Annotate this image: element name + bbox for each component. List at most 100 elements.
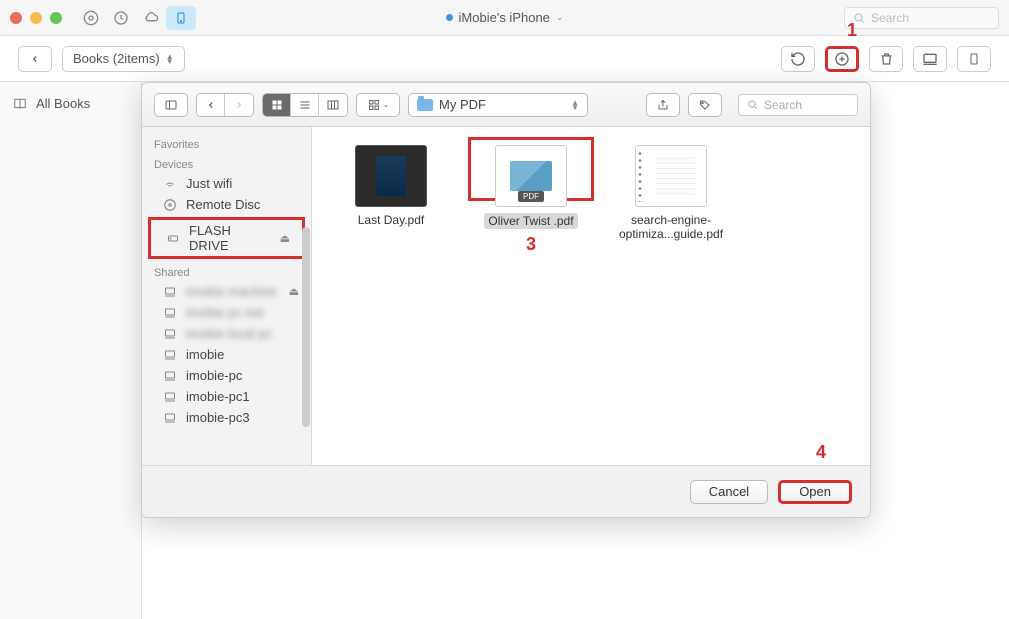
updown-icon: ▲▼ [166, 54, 174, 64]
chevron-down-icon: ⌄ [556, 12, 564, 23]
sidebar-label: FLASH DRIVE [189, 223, 272, 253]
computer-icon [162, 411, 178, 424]
open-label: Open [799, 484, 831, 499]
file-open-dialog: ⌄ My PDF ▲▼ Search Favorites Devices Jus… [141, 82, 871, 518]
sidebar-section-devices: Devices [142, 153, 311, 173]
export-to-mac-button[interactable] [913, 46, 947, 72]
computer-icon [162, 390, 178, 403]
updown-icon: ▲▼ [571, 100, 579, 110]
computer-icon [162, 369, 178, 382]
refresh-button[interactable] [781, 46, 815, 72]
all-books-label: All Books [36, 96, 90, 111]
sidebar-item-justwifi[interactable]: Just wifi [142, 173, 311, 194]
traffic-lights [10, 12, 62, 24]
cloud-tab-icon[interactable] [136, 6, 166, 30]
sidebar-label: imobie machine [186, 284, 277, 299]
list-view-button[interactable] [291, 94, 319, 116]
computer-icon [162, 285, 178, 298]
sidebar-section-favorites: Favorites [142, 133, 311, 153]
tag-button[interactable] [688, 93, 722, 117]
finder-sidebar: Favorites Devices Just wifi 2 Remote Dis… [142, 127, 312, 465]
window-titlebar: iMobie's iPhone ⌄ Search [0, 0, 1009, 36]
close-window-button[interactable] [10, 12, 22, 24]
annotation-4: 4 [816, 442, 826, 463]
music-tab-icon[interactable] [76, 6, 106, 30]
maximize-window-button[interactable] [50, 12, 62, 24]
nav-forward-button[interactable] [225, 94, 253, 116]
sidebar-label: imobie [186, 347, 224, 362]
export-to-device-button[interactable] [957, 46, 991, 72]
dialog-search-input[interactable]: Search [738, 94, 858, 116]
disc-icon [162, 198, 178, 211]
delete-button[interactable] [869, 46, 903, 72]
status-dot-icon [446, 14, 453, 21]
dialog-search-placeholder: Search [764, 98, 802, 112]
minimize-window-button[interactable] [30, 12, 42, 24]
wifi-icon [162, 177, 178, 190]
folder-icon [417, 99, 433, 111]
category-panel: All Books [0, 82, 142, 619]
file-thumbnail [635, 145, 707, 207]
global-search-input[interactable]: Search [844, 7, 999, 29]
search-icon [747, 99, 758, 110]
sidebar-toggle-button[interactable] [154, 93, 188, 117]
main-toolbar: Books (2items) ▲▼ 1 [0, 36, 1009, 82]
search-placeholder: Search [871, 11, 909, 25]
computer-icon [162, 348, 178, 361]
sidebar-section-shared: Shared [142, 261, 311, 281]
sidebar-label: imobie-pc3 [186, 410, 250, 425]
sidebar-item-imobiepc1[interactable]: imobie-pc1 [142, 386, 311, 407]
path-label: My PDF [439, 97, 486, 112]
sidebar-item-imobiepc3[interactable]: imobie-pc3 [142, 407, 311, 428]
file-item-seo[interactable]: search-engine-optimiza...guide.pdf [616, 145, 726, 241]
scrollbar[interactable] [302, 227, 310, 427]
breadcrumb-label: Books (2items) [73, 51, 160, 66]
drive-icon [165, 232, 181, 245]
breadcrumb-selector[interactable]: Books (2items) ▲▼ [62, 46, 185, 72]
path-selector[interactable]: My PDF ▲▼ [408, 93, 588, 117]
file-label: Oliver Twist .pdf [484, 213, 577, 229]
eject-icon[interactable]: ⏏ [289, 285, 299, 298]
sidebar-item-shared[interactable]: imobie machine ⏏ [142, 281, 311, 302]
computer-icon [162, 306, 178, 319]
file-label: search-engine-optimiza...guide.pdf [616, 213, 726, 241]
sidebar-label: Remote Disc [186, 197, 260, 212]
file-thumbnail: PDF [495, 145, 567, 207]
all-books-item[interactable]: All Books [0, 92, 141, 115]
annotation-1: 1 [847, 20, 857, 41]
file-thumbnail [355, 145, 427, 207]
open-button[interactable]: Open [778, 480, 852, 504]
file-label: Last Day.pdf [358, 213, 424, 227]
dialog-body: Favorites Devices Just wifi 2 Remote Dis… [142, 127, 870, 465]
dialog-toolbar: ⌄ My PDF ▲▼ Search [142, 83, 870, 127]
cancel-button[interactable]: Cancel [690, 480, 768, 504]
share-button[interactable] [646, 93, 680, 117]
nav-back-button[interactable] [197, 94, 225, 116]
device-name-label: iMobie's iPhone [459, 10, 550, 25]
back-button[interactable] [18, 46, 52, 72]
computer-icon [162, 327, 178, 340]
file-item-olivertwist[interactable]: PDF Oliver Twist .pdf 3 [476, 145, 586, 229]
sidebar-item-remotedisc[interactable]: Remote Disc [142, 194, 311, 215]
cancel-label: Cancel [709, 484, 749, 499]
file-item-lastday[interactable]: Last Day.pdf [336, 145, 446, 227]
sidebar-item-flashdrive[interactable]: FLASH DRIVE ⏏ [148, 217, 305, 259]
file-grid: Last Day.pdf PDF Oliver Twist .pdf 3 sea… [312, 127, 870, 465]
window-title[interactable]: iMobie's iPhone ⌄ [446, 10, 564, 25]
dialog-footer: 4 Cancel Open [142, 465, 870, 517]
icon-view-button[interactable] [263, 94, 291, 116]
arrange-button[interactable]: ⌄ [356, 93, 400, 117]
sidebar-item-imobie[interactable]: imobie [142, 344, 311, 365]
column-view-button[interactable] [319, 94, 347, 116]
sidebar-item-shared[interactable]: imobie local pc [142, 323, 311, 344]
sidebar-item-shared[interactable]: imobie pc net [142, 302, 311, 323]
sidebar-item-imobiepc[interactable]: imobie-pc [142, 365, 311, 386]
device-tab-icon[interactable] [166, 6, 196, 30]
history-tab-icon[interactable] [106, 6, 136, 30]
source-tabs [76, 6, 196, 30]
add-button[interactable] [825, 46, 859, 72]
sidebar-label: imobie local pc [186, 326, 272, 341]
eject-icon[interactable]: ⏏ [280, 232, 290, 245]
sidebar-label: imobie pc net [186, 305, 263, 320]
annotation-3: 3 [526, 234, 536, 255]
